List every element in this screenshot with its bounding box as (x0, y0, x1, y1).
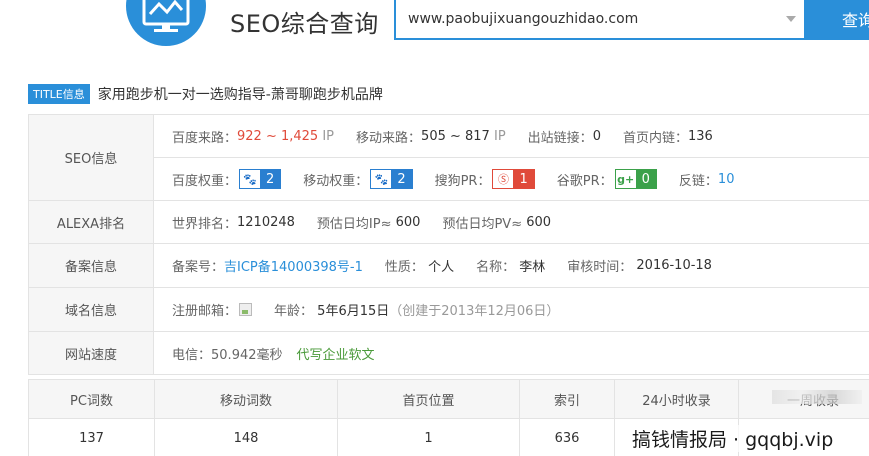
daily-pv-label: 预估日均PV≈ (442, 216, 523, 232)
name-value: 李林 (519, 260, 546, 275)
stats-header-row: PC词数 移动词数 首页位置 索引 24小时收录 一周收录 (28, 379, 869, 419)
speed-row: 网站速度 电信： 50.942毫秒 代写企业软文 (28, 332, 869, 375)
speed-label: 网站速度 (28, 332, 154, 374)
age-value: 5年6月15日 (317, 304, 390, 319)
nature-value: 个人 (428, 260, 455, 275)
mobile-weight-value: 2 (391, 170, 412, 188)
col-index: 索引 (519, 379, 615, 419)
col-mobile-words: 移动词数 (154, 379, 338, 419)
col-24h-indexed: 24小时收录 (614, 379, 739, 419)
col-homepage-position: 首页位置 (337, 379, 520, 419)
domain-input[interactable] (396, 0, 771, 38)
title-row: TITLE信息 家用跑步机一对一选购指导-萧哥聊跑步机品牌 (28, 84, 383, 104)
title-badge: TITLE信息 (28, 84, 90, 104)
backlinks-value[interactable]: 10 (718, 172, 735, 187)
weight-line: 百度权重： 🐾 2 移动权重： 🐾 2 搜狗PR： Ⓢ 1 谷歌PR： g+ 0… (154, 157, 869, 200)
google-pr-value: 0 (635, 170, 656, 188)
outbound-label: 出站链接： (527, 130, 593, 146)
alexa-row: ALEXA排名 世界排名： 1210248 预估日均IP≈ 600 预估日均PV… (28, 201, 869, 244)
baidu-weight-value: 2 (260, 170, 281, 188)
sogou-pr-label: 搜狗PR： (434, 173, 491, 189)
site-logo (126, 0, 206, 46)
seo-row: SEO信息 百度来路： 922 ~ 1,425 IP 移动来路： 505 ~ 8… (28, 115, 869, 201)
google-pr-badge[interactable]: g+ 0 (614, 169, 657, 189)
domain-line: 注册邮箱： 年龄： 5年6月15日 （创建于2013年12月06日） (154, 288, 869, 331)
world-rank-label: 世界排名： (172, 216, 238, 232)
world-rank-value[interactable]: 1210248 (237, 215, 295, 230)
index-value[interactable]: 636 (519, 418, 615, 456)
beian-line: 备案号： 吉ICP备14000398号-1 性质： 个人 名称： 李林 审核时间… (154, 244, 869, 287)
baidu-traffic-label: 百度来路： (172, 130, 238, 146)
backlinks-label: 反链： (678, 173, 718, 189)
mobile-weight-label: 移动权重： (303, 173, 369, 189)
beian-label: 备案信息 (28, 244, 154, 287)
daily-ip-value: 600 (395, 214, 421, 230)
review-time-value: 2016-10-18 (636, 258, 712, 273)
email-label: 注册邮箱： (172, 304, 238, 319)
blurred-overlay (772, 390, 862, 404)
telecom-value: 50.942毫秒 (211, 347, 283, 363)
sogou-pr-badge[interactable]: Ⓢ 1 (492, 169, 535, 189)
monitor-chart-icon (142, 0, 190, 32)
mobile-traffic-label: 移动来路： (356, 130, 422, 146)
daily-ip-label: 预估日均IP≈ (316, 216, 392, 232)
google-plus-icon: g+ (615, 170, 636, 188)
age-label: 年龄： (274, 304, 314, 319)
query-button[interactable]: 查询 (806, 0, 869, 40)
baidu-traffic-value[interactable]: 922 ~ 1,425 (237, 129, 318, 144)
pc-words-value[interactable]: 137 (28, 418, 155, 456)
seo-info-table: SEO信息 百度来路： 922 ~ 1,425 IP 移动来路： 505 ~ 8… (28, 114, 869, 375)
paw-icon: 🐾 (371, 170, 392, 188)
beian-number-value[interactable]: 吉ICP备14000398号-1 (224, 256, 363, 275)
email-image-icon (239, 303, 253, 316)
homepage-position-value: 1 (337, 418, 520, 456)
mobile-traffic-value[interactable]: 505 ~ 817 (421, 129, 490, 144)
baidu-weight-label: 百度权重： (172, 173, 238, 189)
mobile-weight-badge[interactable]: 🐾 2 (370, 169, 413, 189)
ad-link[interactable]: 代写企业软文 (297, 344, 375, 363)
domain-row: 域名信息 注册邮箱： 年龄： 5年6月15日 （创建于2013年12月06日） (28, 288, 869, 332)
outbound-value[interactable]: 0 (593, 129, 601, 144)
nature-label: 性质： (384, 260, 424, 275)
beian-row: 备案信息 备案号： 吉ICP备14000398号-1 性质： 个人 名称： 李林… (28, 244, 869, 288)
created-date: （创建于2013年12月06日） (389, 304, 560, 319)
seo-label: SEO信息 (28, 115, 154, 200)
col-pc-words: PC词数 (28, 379, 155, 419)
beian-number-label: 备案号： (172, 260, 225, 275)
name-label: 名称： (476, 260, 516, 275)
baidu-traffic-unit: IP (322, 128, 335, 144)
traffic-line: 百度来路： 922 ~ 1,425 IP 移动来路： 505 ~ 817 IP … (154, 115, 869, 157)
daily-pv-value: 600 (526, 214, 552, 230)
homepage-links-label: 首页内链： (622, 130, 688, 146)
app-title: SEO综合查询 (230, 10, 379, 38)
domain-label: 域名信息 (28, 288, 154, 331)
page-title-text: 家用跑步机一对一选购指导-萧哥聊跑步机品牌 (97, 87, 383, 103)
telecom-label: 电信： (172, 347, 212, 363)
sogou-icon: Ⓢ (493, 170, 514, 188)
homepage-links-value[interactable]: 136 (688, 129, 713, 144)
mobile-traffic-unit: IP (493, 128, 506, 144)
watermark-text: 搞钱情报局 · gqqbj.vip (628, 425, 838, 452)
search-box (394, 0, 806, 40)
dropdown-arrow-icon[interactable] (786, 16, 796, 22)
sogou-pr-value: 1 (513, 170, 534, 188)
google-pr-label: 谷歌PR： (556, 173, 613, 189)
alexa-line: 世界排名： 1210248 预估日均IP≈ 600 预估日均PV≈ 600 (154, 201, 869, 243)
baidu-weight-badge[interactable]: 🐾 2 (239, 169, 282, 189)
paw-icon: 🐾 (240, 170, 261, 188)
speed-line: 电信： 50.942毫秒 代写企业软文 (154, 332, 869, 374)
mobile-words-value[interactable]: 148 (154, 418, 338, 456)
alexa-label: ALEXA排名 (28, 201, 154, 243)
review-time-label: 审核时间： (567, 260, 633, 275)
